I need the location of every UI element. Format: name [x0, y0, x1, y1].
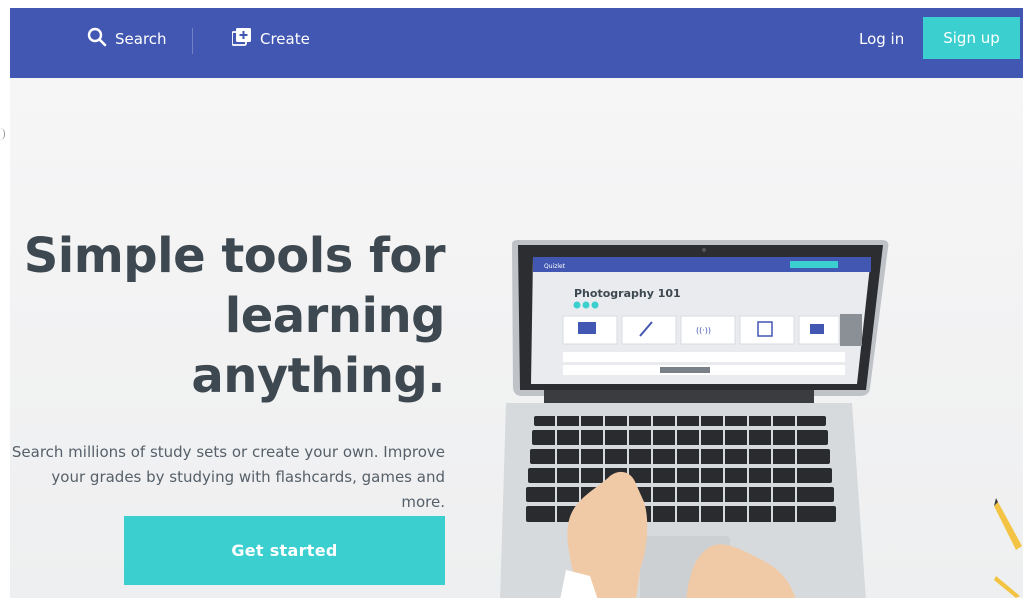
pencil-illustration: [994, 498, 1022, 598]
screen-mode-cards: ((·)): [562, 314, 862, 346]
hero-title-line: Simple tools for: [23, 228, 446, 284]
nav-search-button[interactable]: Search: [87, 8, 167, 70]
screen-thumbnail: [660, 367, 710, 373]
hero-title-line: learning: [224, 288, 446, 344]
screen-brand: Quizlet: [544, 263, 566, 270]
screen-dot: [591, 301, 599, 309]
add-set-icon: [231, 28, 252, 50]
screen-set-title: Photography 101: [574, 287, 681, 300]
page: Search Create Log in Sign up Simple tool…: [10, 8, 1023, 598]
top-navbar: Search Create Log in Sign up: [10, 8, 1023, 78]
hero-subtitle-line: Search millions of study sets or create …: [11, 443, 445, 461]
screen-row: [563, 352, 845, 362]
get-started-button[interactable]: Get started: [124, 516, 445, 585]
screen-dot: [573, 301, 581, 309]
screen-signup: [790, 261, 838, 268]
nav-create-label: Create: [260, 30, 310, 48]
camera-icon: [702, 248, 706, 252]
laptop-illustration: Quizlet Photography 101 ((·)): [500, 240, 889, 598]
hero-title: Simple tools for learning anything.: [15, 226, 446, 406]
hero-title-line: anything.: [191, 348, 445, 404]
signup-button[interactable]: Sign up: [923, 17, 1020, 59]
laptop-hinge: [544, 390, 814, 403]
login-link[interactable]: Log in: [859, 8, 904, 70]
hero-subtitle: Search millions of study sets or create …: [10, 440, 445, 515]
laptop-keyboard: [526, 416, 836, 522]
nav-divider: [192, 28, 193, 54]
search-icon: [87, 27, 107, 51]
page-edge-mark: [0, 128, 5, 140]
nav-search-label: Search: [115, 30, 167, 48]
svg-text:((·)): ((·)): [696, 326, 711, 335]
hero-subtitle-line: your grades by studying with flashcards,…: [51, 468, 445, 511]
screen-dot: [582, 301, 590, 309]
nav-create-button[interactable]: Create: [231, 8, 310, 70]
